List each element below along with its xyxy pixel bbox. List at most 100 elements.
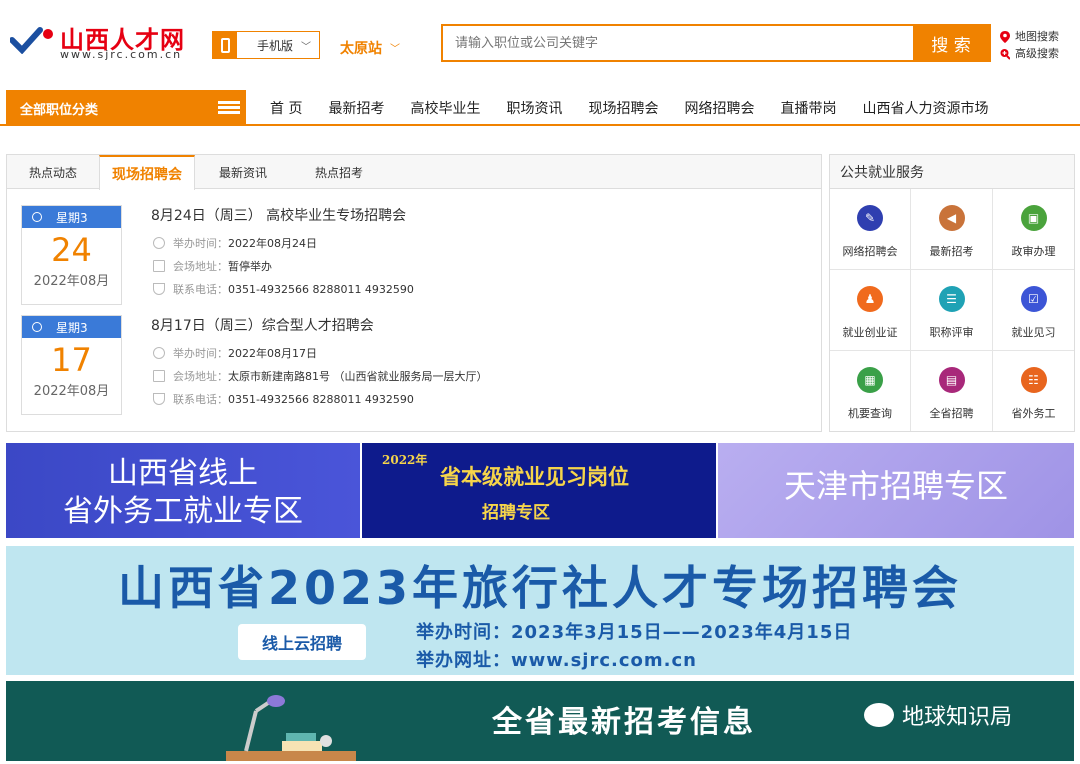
event-time-label: 举办时间： [173,347,228,360]
all-categories-button[interactable]: 全部职位分类 [6,90,246,126]
service-political-review[interactable]: ▣ 政审办理 [993,189,1074,270]
banner-line: 山西省线上 [108,456,258,491]
service-label: 政审办理 [1011,245,1056,258]
nav-item-career-news[interactable]: 职场资讯 [506,98,562,118]
search-links: 地图搜索 高级搜索 [1000,28,1059,62]
banner-out-of-province[interactable]: 山西省线上 省外务工就业专区 [6,443,360,538]
search-bar: 搜 索 [441,24,991,62]
service-label: 就业见习 [1011,326,1056,339]
event-time: 举办时间： 2022年08月17日 [153,345,317,361]
clock-icon [32,322,42,332]
megaphone-icon: ◀ [938,205,965,231]
clock-icon [153,347,165,359]
grid-icon: ▦ [857,367,883,393]
tab-hot-exams[interactable]: 热点招考 [291,155,387,189]
nav-item-home[interactable]: 首 页 [270,98,302,118]
event-weekday: 星期3 [22,206,121,228]
nav-items: 首 页 最新招考 高校毕业生 职场资讯 现场招聘会 网络招聘会 直播带岗 山西省… [270,90,1014,126]
service-province-recruit[interactable]: ▤ 全省招聘 [911,351,993,431]
service-latest-exams[interactable]: ◀ 最新招考 [911,189,993,270]
service-internship[interactable]: ☑ 就业见习 [993,270,1074,351]
event-title[interactable]: 8月24日（周三） 高校毕业生专场招聘会 [151,205,406,225]
event-time-label: 举办时间： [173,237,228,250]
news-panel: 热点动态 现场招聘会 最新资讯 热点招考 星期3 24 2022年08月 8月2… [6,154,822,432]
event-phone-value: 0351-4932566 8288011 4932590 [228,282,414,296]
nav-item-job-fairs[interactable]: 现场招聘会 [588,98,658,118]
menu-icon [218,99,240,117]
building-icon [153,260,165,272]
mobile-version-label: 手机版 [257,38,294,53]
event-weekday-label: 星期3 [56,210,88,225]
nav-item-latest-exams[interactable]: 最新招考 [328,98,384,118]
event-item[interactable]: 星期3 17 2022年08月 8月17日（周三）综合型人才招聘会 举办时间： … [21,315,811,417]
service-label: 最新招考 [929,245,974,258]
banner-line: 省外务工就业专区 [63,494,303,529]
service-online-fair[interactable]: ✎ 网络招聘会 [830,189,911,270]
desk-lamp-illustration [226,695,356,761]
banner-title: 山西省2023年旅行社人才专场招聘会 [117,561,963,615]
site-logo[interactable]: 山西人才网 www.sjrc.com.cn [10,18,210,66]
trophy-icon [153,283,165,295]
mobile-version-button[interactable]: 手机版 ﹀ [212,31,320,59]
clock-icon [153,237,165,249]
event-address-label: 会场地址： [173,260,228,273]
event-phone-label: 联系电话： [173,283,228,296]
search-input[interactable] [443,26,913,60]
event-phone: 联系电话： 0351-4932566 8288011 4932590 [153,281,414,297]
event-time-value: 2022年08月24日 [228,237,317,250]
event-phone: 联系电话： 0351-4932566 8288011 4932590 [153,391,414,407]
event-year-month: 2022年08月 [33,274,110,289]
nav-item-livestream[interactable]: 直播带岗 [780,98,836,118]
service-employment-card[interactable]: ♟ 就业创业证 [830,270,911,351]
building-icon [153,370,165,382]
tab-hot-news[interactable]: 热点动态 [7,155,99,189]
nav-item-graduates[interactable]: 高校毕业生 [410,98,480,118]
event-address: 会场地址： 太原市新建南路81号 （山西省就业服务局一层大厅） [153,368,488,384]
service-out-of-province[interactable]: ☷ 省外务工 [993,351,1074,431]
clock-icon [32,212,42,222]
banner-year: 2022年 [382,453,428,467]
banner-tianjin[interactable]: 天津市招聘专区 [718,443,1074,538]
trophy-icon [153,393,165,405]
banner-site: 举办网址：www.sjrc.com.cn [416,650,697,671]
map-search-link[interactable]: 地图搜索 [1000,28,1059,45]
banner-line: 招聘专区 [482,503,550,523]
banner-time: 举办时间：2023年3月15日——2023年4月15日 [416,622,853,643]
service-confidential-query[interactable]: ▦ 机要查询 [830,351,911,431]
people-icon: ☷ [1020,367,1047,393]
search-button[interactable]: 搜 索 [913,26,989,60]
nav-item-hr-market[interactable]: 山西省人力资源市场 [862,98,988,118]
event-address: 会场地址： 暂停举办 [153,258,272,274]
city-selector[interactable]: 太原站 [340,38,382,58]
chevron-down-icon: ﹀ [301,41,312,53]
nav-item-online-fairs[interactable]: 网络招聘会 [684,98,754,118]
service-label: 全省招聘 [929,407,974,420]
certificate-icon: ☰ [938,286,965,312]
event-year-month: 2022年08月 [33,384,110,399]
checklist-icon: ✎ [857,205,883,231]
event-item[interactable]: 星期3 24 2022年08月 8月24日（周三） 高校毕业生专场招聘会 举办时… [21,205,811,307]
service-label: 职称评审 [929,326,974,339]
event-phone-label: 联系电话： [173,393,228,406]
banner-exams[interactable]: 全省最新招考信息 地球知识局 [6,681,1074,761]
map-pin-icon [1000,30,1010,43]
advanced-search-label: 高级搜索 [1015,47,1059,60]
all-categories-label: 全部职位分类 [20,102,99,118]
watermark-text: 地球知识局 [902,705,1013,730]
logo-mark-icon [10,27,53,54]
banner-travel-fair[interactable]: 山西省2023年旅行社人才专场招聘会 线上云招聘 举办时间：2023年3月15日… [6,546,1074,675]
event-date-box: 星期3 17 2022年08月 [21,315,122,415]
public-service-panel: 公共就业服务 ✎ 网络招聘会 ◀ 最新招考 ▣ 政审办理 ♟ 就业创业证 ☰ 职称评审 ☑… [829,154,1075,432]
event-day: 17 [51,341,92,379]
banner-internship[interactable]: 2022年 省本级就业见习岗位 招聘专区 [362,443,716,538]
service-title-review[interactable]: ☰ 职称评审 [911,270,993,351]
main-nav: 全部职位分类 首 页 最新招考 高校毕业生 职场资讯 现场招聘会 网络招聘会 直… [0,90,1080,126]
event-title[interactable]: 8月17日（周三）综合型人才招聘会 [151,315,374,335]
tab-bar: 热点动态 现场招聘会 最新资讯 热点招考 [7,155,821,190]
event-weekday: 星期3 [22,316,121,338]
advanced-search-link[interactable]: 高级搜索 [1000,45,1059,62]
tab-latest-news[interactable]: 最新资讯 [195,155,291,189]
event-address-label: 会场地址： [173,370,228,383]
tab-job-fairs[interactable]: 现场招聘会 [99,155,195,190]
zoom-icon [1000,48,1010,60]
